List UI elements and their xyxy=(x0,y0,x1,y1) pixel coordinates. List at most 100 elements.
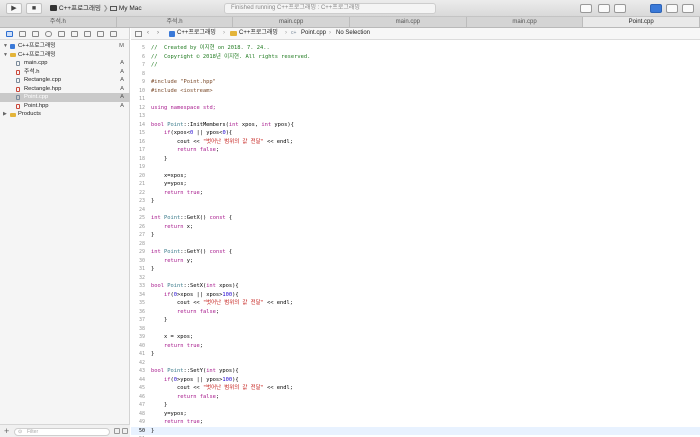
code-line[interactable]: 12 using namespace std; xyxy=(131,104,700,113)
code-line[interactable]: 20 x=xpos; xyxy=(131,172,700,181)
toggle-utilities-button[interactable] xyxy=(682,4,694,13)
toggle-debug-button[interactable] xyxy=(666,4,678,13)
report-icon[interactable] xyxy=(110,31,117,37)
navigator-item-4[interactable]: Rectangle.hpp A xyxy=(0,85,130,94)
code-line[interactable]: 15 if(xpos<0 || ypos<0){ xyxy=(131,129,700,138)
navigator-item-7[interactable]: ▶ Products xyxy=(0,110,130,119)
tab-3[interactable]: main.cpp xyxy=(350,17,467,27)
code-line[interactable]: 26 return x; xyxy=(131,223,700,232)
tab-4[interactable]: main.cpp xyxy=(467,17,584,27)
line-text: } xyxy=(151,317,168,323)
code-line[interactable]: 34 if(0>xpos || xpos>100){ xyxy=(131,291,700,300)
symbol-icon[interactable] xyxy=(32,31,39,37)
code-line[interactable]: 16 cout << "벗어난 범위의 값 전달" << endl; xyxy=(131,138,700,147)
toggle-navigator-button[interactable] xyxy=(650,4,662,13)
recent-files-icon[interactable] xyxy=(114,428,120,434)
code-line[interactable]: 14 bool Point::InitMembers(int xpos, int … xyxy=(131,121,700,130)
code-line[interactable]: 40 return true; xyxy=(131,342,700,351)
code-line[interactable]: 50} xyxy=(131,426,700,435)
code-line[interactable]: 35 cout << "벗어난 범위의 값 전달" << endl; xyxy=(131,299,700,308)
navigator-item-1[interactable]: main.cpp A xyxy=(0,59,130,68)
disclosure-triangle-icon[interactable]: ▼ xyxy=(3,51,8,60)
navigator-item-6[interactable]: Point.hpp A xyxy=(0,102,130,111)
source-control-icon[interactable] xyxy=(19,31,26,37)
code-line[interactable]: 37 } xyxy=(131,316,700,325)
line-text: } xyxy=(151,427,155,434)
code-line[interactable]: 24 xyxy=(131,206,700,215)
tab-1[interactable]: 주석.h xyxy=(117,17,234,27)
code-line[interactable]: 13 xyxy=(131,112,700,121)
version-editor-button[interactable] xyxy=(614,4,626,13)
code-line[interactable]: 8 xyxy=(131,70,700,79)
breakpoint-icon[interactable] xyxy=(97,31,104,37)
breadcrumb-folder[interactable]: C++프로그래밍 xyxy=(239,28,278,39)
standard-editor-button[interactable] xyxy=(580,4,592,13)
source-editor[interactable]: 5 // Created by 이지현 on 2018. 7. 24.. 6 // C… xyxy=(131,41,700,437)
code-line[interactable]: 31} xyxy=(131,265,700,274)
code-line[interactable]: 46 return false; xyxy=(131,393,700,402)
code-line[interactable]: 36 return false; xyxy=(131,308,700,317)
code-line[interactable]: 49 return true; xyxy=(131,418,700,427)
code-line[interactable]: 27} xyxy=(131,231,700,240)
code-line[interactable]: 42 xyxy=(131,359,700,368)
code-line[interactable]: 9 #include "Point.hpp" xyxy=(131,78,700,87)
project-row[interactable]: ▼ C++프로그래밍 M xyxy=(0,42,130,51)
breadcrumb-symbol[interactable]: No Selection xyxy=(336,28,370,39)
code-line[interactable]: 11 xyxy=(131,95,700,104)
breadcrumb-project[interactable]: C++프로그래밍 xyxy=(177,28,216,39)
navigator-item-5[interactable]: Point.cpp A xyxy=(0,93,130,102)
navigator-item-3[interactable]: Rectangle.cpp A xyxy=(0,76,130,85)
breadcrumb-file[interactable]: Point.cpp xyxy=(301,28,326,39)
code-line[interactable]: 7 // xyxy=(131,61,700,70)
run-button[interactable]: ▶ xyxy=(6,3,22,14)
code-line[interactable]: 44 if(0>ypos || ypos>100){ xyxy=(131,376,700,385)
code-line[interactable]: 41} xyxy=(131,350,700,359)
test-icon[interactable] xyxy=(71,31,78,37)
stop-button[interactable]: ■ xyxy=(26,3,42,14)
folder-icon[interactable] xyxy=(6,31,13,37)
code-line[interactable]: 38 xyxy=(131,325,700,334)
code-line[interactable]: 25 int Point::GetX() const { xyxy=(131,214,700,223)
code-line[interactable]: 6 // Copyright © 2018년 이지현. All rights re… xyxy=(131,53,700,62)
code-line[interactable]: 28 xyxy=(131,240,700,249)
tab-2[interactable]: main.cpp xyxy=(233,17,351,27)
line-text: using namespace std; xyxy=(151,104,216,111)
tab-5[interactable]: Point.cpp xyxy=(583,17,700,27)
scm-filter-icon[interactable] xyxy=(122,428,128,434)
code-line[interactable]: 39 x = xpos; xyxy=(131,333,700,342)
code-line[interactable]: 32 xyxy=(131,274,700,283)
back-icon[interactable]: ‹ xyxy=(147,28,149,39)
tab-0[interactable]: 주석.h xyxy=(0,17,117,27)
navigator-item-2[interactable]: 주석.h A xyxy=(0,68,130,77)
find-icon[interactable] xyxy=(45,31,52,37)
forward-icon[interactable]: › xyxy=(157,28,159,39)
mac-icon xyxy=(110,6,118,11)
code-line[interactable]: 18 } xyxy=(131,155,700,164)
assistant-editor-button[interactable] xyxy=(598,4,610,13)
code-area[interactable]: 5 // Created by 이지현 on 2018. 7. 24.. 6 // C… xyxy=(131,44,700,437)
filter-field[interactable]: ⊙ Filter xyxy=(14,428,110,436)
code-line[interactable]: 45 cout << "벗어난 범위의 값 전달" << endl; xyxy=(131,384,700,393)
code-line[interactable]: 48 y=ypos; xyxy=(131,410,700,419)
debug-icon[interactable] xyxy=(84,31,91,37)
scheme-selector[interactable]: C++프로그래밍 ❯ My Mac xyxy=(50,4,142,13)
code-line[interactable]: 33 bool Point::SetX(int xpos){ xyxy=(131,282,700,291)
add-icon[interactable]: + xyxy=(4,426,9,436)
disclosure-triangle-icon[interactable]: ▶ xyxy=(3,110,7,119)
code-line[interactable]: 43 bool Point::SetY(int ypos){ xyxy=(131,367,700,376)
code-line[interactable]: 17 return false; xyxy=(131,146,700,155)
line-number: 16 xyxy=(138,138,145,145)
code-line[interactable]: 19 xyxy=(131,163,700,172)
issue-icon[interactable] xyxy=(58,31,65,37)
code-line[interactable]: 10 #include <iostream> xyxy=(131,87,700,96)
code-line[interactable]: 29 int Point::GetY() const { xyxy=(131,248,700,257)
code-line[interactable]: 22 return true; xyxy=(131,189,700,198)
disclosure-triangle-icon[interactable]: ▼ xyxy=(3,42,8,51)
code-line[interactable]: 21 y=ypos; xyxy=(131,180,700,189)
code-line[interactable]: 5 // Created by 이지현 on 2018. 7. 24.. xyxy=(131,44,700,53)
code-line[interactable]: 30 return y; xyxy=(131,257,700,266)
code-line[interactable]: 47 } xyxy=(131,401,700,410)
related-items-icon[interactable] xyxy=(135,31,142,37)
code-line[interactable]: 23} xyxy=(131,197,700,206)
navigator-item-0[interactable]: ▼ C++프로그래밍 xyxy=(0,51,130,60)
